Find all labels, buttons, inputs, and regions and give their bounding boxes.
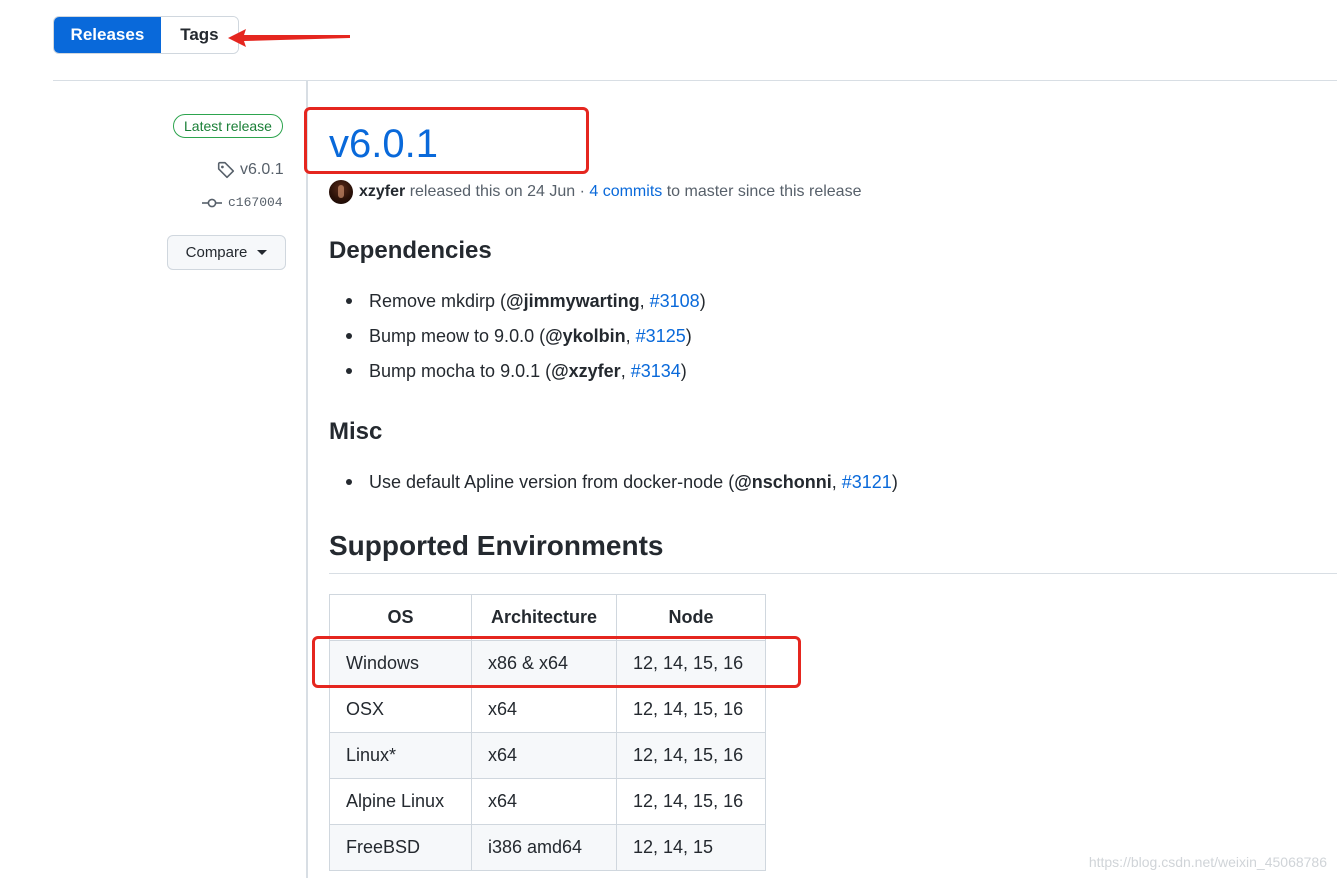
item-text: Bump meow to 9.0.0 ( [369, 326, 546, 346]
table-header-row: OS Architecture Node [329, 594, 766, 641]
latest-release-badge: Latest release [173, 114, 283, 138]
cell-arch: i386 amd64 [471, 824, 617, 871]
item-sep: , [639, 291, 650, 311]
tag-label: v6.0.1 [240, 161, 284, 178]
misc-list: Use default Apline version from docker-n… [329, 467, 898, 502]
table-row: FreeBSD i386 amd64 12, 14, 15 [329, 824, 766, 871]
dependencies-list: Remove mkdirp (@jimmywarting, #3108) Bum… [329, 286, 706, 391]
item-end: ) [680, 361, 687, 381]
cell-os: OSX [329, 686, 472, 733]
item-text: Bump mocha to 9.0.1 ( [369, 361, 552, 381]
compare-label: Compare [185, 244, 248, 261]
avatar[interactable] [329, 180, 353, 204]
pr-link[interactable]: #3125 [636, 326, 686, 346]
heading-underline [329, 573, 1337, 574]
cell-node: 12, 14, 15 [616, 824, 766, 871]
cell-node: 12, 14, 15, 16 [616, 686, 766, 733]
table-row: Alpine Linux x64 12, 14, 15, 16 [329, 778, 766, 825]
cell-arch: x64 [471, 686, 617, 733]
dependencies-heading: Dependencies [329, 237, 492, 264]
environments-heading: Supported Environments [329, 530, 664, 561]
author-link[interactable]: xzyfer [359, 183, 405, 201]
timeline-line [306, 81, 308, 878]
annotation-arrow [228, 29, 350, 47]
user-mention[interactable]: @xzyfer [551, 361, 621, 381]
pr-link[interactable]: #3134 [631, 361, 681, 381]
release-byline: xzyfer released this on 24 Jun · 4 commi… [329, 180, 861, 204]
cell-node: 12, 14, 15, 16 [616, 732, 766, 779]
column-header-architecture: Architecture [471, 594, 617, 641]
release-commit[interactable]: c167004 [202, 195, 283, 210]
cell-arch: x64 [471, 732, 617, 779]
pr-link[interactable]: #3108 [650, 291, 700, 311]
release-tag[interactable]: v6.0.1 [217, 161, 284, 179]
table-row: Linux* x64 12, 14, 15, 16 [329, 732, 766, 779]
divider [53, 80, 1337, 81]
table-row: OSX x64 12, 14, 15, 16 [329, 686, 766, 733]
cell-node: 12, 14, 15, 16 [616, 778, 766, 825]
item-sep: , [620, 361, 631, 381]
cell-os: FreeBSD [329, 824, 472, 871]
cell-os: Alpine Linux [329, 778, 472, 825]
item-sep: , [625, 326, 636, 346]
commits-link[interactable]: 4 commits [589, 183, 662, 201]
column-header-node: Node [616, 594, 766, 641]
user-mention[interactable]: @ykolbin [545, 326, 626, 346]
item-text: Remove mkdirp ( [369, 291, 507, 311]
watermark: https://blog.csdn.net/weixin_45068786 [1088, 854, 1327, 870]
item-end: ) [685, 326, 692, 346]
pr-link[interactable]: #3121 [842, 472, 892, 492]
list-item: Bump mocha to 9.0.1 (@xzyfer, #3134) [329, 356, 706, 391]
released-text: released this on 24 Jun · [405, 183, 590, 200]
caret-down-icon [257, 250, 268, 255]
commit-sha: c167004 [228, 195, 283, 210]
user-mention[interactable]: @jimmywarting [506, 291, 640, 311]
item-end: ) [891, 472, 898, 492]
cell-os: Linux* [329, 732, 472, 779]
tab-tags[interactable]: Tags [160, 17, 238, 53]
release-tabs: Releases Tags [53, 16, 239, 54]
list-item: Remove mkdirp (@jimmywarting, #3108) [329, 286, 706, 321]
list-item: Use default Apline version from docker-n… [329, 467, 898, 502]
item-end: ) [699, 291, 706, 311]
item-sep: , [831, 472, 842, 492]
misc-heading: Misc [329, 418, 383, 445]
tag-icon [217, 161, 235, 179]
cell-arch: x64 [471, 778, 617, 825]
annotation-box-windows [312, 636, 801, 688]
column-header-os: OS [329, 594, 472, 641]
compare-button[interactable]: Compare [167, 235, 286, 270]
item-text: Use default Apline version from docker-n… [369, 472, 735, 492]
commit-icon [202, 198, 222, 207]
user-mention[interactable]: @nschonni [734, 472, 832, 492]
commits-suffix: to master since this release [662, 183, 862, 200]
list-item: Bump meow to 9.0.0 (@ykolbin, #3125) [329, 321, 706, 356]
tab-releases[interactable]: Releases [54, 17, 161, 53]
annotation-box-title [304, 107, 589, 174]
